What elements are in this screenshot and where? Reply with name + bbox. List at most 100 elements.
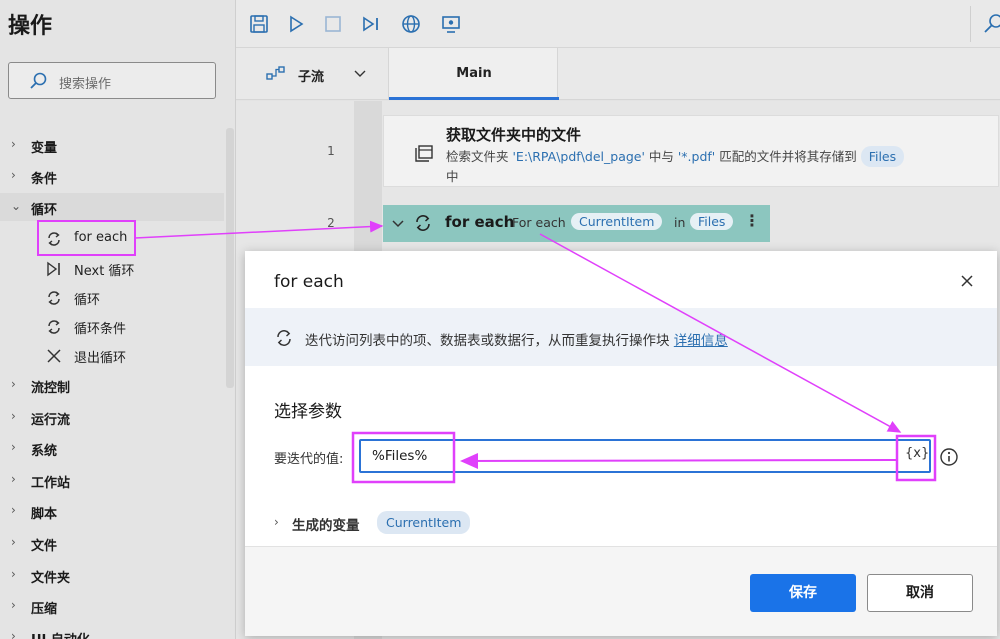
more-options-icon[interactable]: ⋮ (744, 211, 760, 230)
category-ui-automation[interactable]: › UI 自动化 (0, 623, 224, 639)
line-number: 1 (327, 144, 335, 158)
chevron-down-icon[interactable] (391, 216, 405, 230)
category-scripting[interactable]: › 脚本 (0, 497, 224, 525)
subflows-dropdown[interactable]: 子流 (236, 48, 388, 100)
close-icon (47, 349, 61, 363)
step-get-files-in-folder[interactable]: 获取文件夹中的文件 检索文件夹 'E:\RPA\pdf\del_page' 中与… (383, 115, 999, 187)
step-for-each[interactable]: for each For each CurrentItem in Files ⋮ (383, 205, 770, 242)
actions-title: 操作 (8, 14, 53, 39)
category-folder[interactable]: › 文件夹 (0, 561, 224, 589)
action-for-each[interactable]: for each (0, 224, 224, 252)
iterate-value-label: 要迭代的值: (274, 452, 344, 467)
chevron-right-icon: › (11, 137, 16, 151)
category-label: 压缩 (31, 602, 58, 617)
step-title: for each (445, 213, 515, 231)
category-system[interactable]: › 系统 (0, 434, 224, 462)
action-exit-loop[interactable]: 退出循环 (0, 341, 224, 369)
cancel-button[interactable]: 取消 (867, 574, 973, 612)
save-button[interactable]: 保存 (750, 574, 856, 612)
action-loop-condition[interactable]: 循环条件 (0, 312, 224, 340)
search-icon[interactable] (982, 13, 1000, 35)
desktop-recorder-icon[interactable] (440, 13, 462, 35)
generated-variable-chip[interactable]: CurrentItem (377, 511, 471, 534)
loop-icon (277, 330, 291, 346)
chevron-right-icon: › (11, 503, 16, 517)
category-variables[interactable]: › 变量 (0, 131, 224, 159)
category-conditions[interactable]: › 条件 (0, 162, 224, 190)
toolbar-divider (970, 6, 971, 42)
stop-icon[interactable] (322, 13, 344, 35)
chevron-right-icon: › (11, 472, 16, 486)
loop-icon (416, 215, 430, 231)
insert-variable-button[interactable]: {x} (905, 446, 929, 466)
save-icon[interactable] (248, 13, 270, 35)
parameters-heading: 选择参数 (274, 402, 342, 422)
chevron-down-icon (354, 70, 366, 77)
loop-icon (48, 232, 60, 246)
category-label: 循环 (31, 203, 58, 218)
action-next-loop[interactable]: Next 循环 (0, 254, 224, 282)
category-label: 工作站 (31, 476, 71, 491)
tab-main-label: Main (456, 66, 492, 81)
step-title: 获取文件夹中的文件 (446, 126, 582, 144)
category-flow-control[interactable]: › 流控制 (0, 371, 224, 399)
variable-chip: Files (860, 146, 905, 167)
tab-main[interactable]: Main (388, 48, 559, 100)
action-label: for each (74, 230, 128, 245)
category-label: 运行流 (31, 413, 71, 428)
step-icon[interactable] (360, 13, 382, 35)
category-loops[interactable]: ⌄ 循环 (0, 193, 224, 221)
close-icon[interactable] (958, 272, 976, 290)
input-value: %Files% (372, 448, 428, 464)
more-info-link[interactable]: 详细信息 (674, 333, 728, 349)
category-workstation[interactable]: › 工作站 (0, 466, 224, 494)
flow-tabbar: 子流 Main (236, 48, 1000, 100)
info-text: 迭代访问列表中的项、数据表或数据行，从而重复执行操作块 详细信息 (305, 329, 728, 349)
search-placeholder: 搜索操作 (59, 77, 112, 92)
line-number: 2 (327, 216, 335, 230)
loop-icon (48, 291, 60, 305)
desc-text: 检索文件夹 (446, 149, 513, 164)
chevron-right-icon: › (274, 515, 279, 529)
chevron-down-icon: ⌄ (11, 199, 22, 213)
step-description: 检索文件夹 'E:\RPA\pdf\del_page' 中与 '*.pdf' 匹… (446, 146, 966, 186)
for-each-dialog: for each 迭代访问列表中的项、数据表或数据行，从而重复执行操作块 详细信… (245, 251, 997, 636)
info-description: 迭代访问列表中的项、数据表或数据行，从而重复执行操作块 (305, 333, 674, 349)
sidebar-scrollbar[interactable] (226, 128, 234, 388)
iterate-value-input[interactable]: %Files% {x} (359, 439, 931, 473)
category-file[interactable]: › 文件 (0, 529, 224, 557)
chevron-right-icon: › (11, 440, 16, 454)
category-label: 脚本 (31, 507, 58, 522)
dialog-info-banner: 迭代访问列表中的项、数据表或数据行，从而重复执行操作块 详细信息 (245, 308, 997, 366)
chevron-right-icon: › (11, 377, 16, 391)
next-icon (47, 261, 60, 277)
action-loop[interactable]: 循环 (0, 283, 224, 311)
run-icon[interactable] (285, 13, 307, 35)
category-label: 流控制 (31, 381, 71, 396)
category-label: 条件 (31, 172, 58, 187)
loop-icon (48, 320, 60, 334)
action-label: 循环 (74, 293, 101, 308)
category-compression[interactable]: › 压缩 (0, 592, 224, 620)
file-pattern: '*.pdf' (677, 149, 716, 164)
info-icon[interactable] (939, 447, 959, 467)
actions-panel: 操作 搜索操作 › 变量 › 条件 ⌄ 循环 for each Next 循环 (0, 0, 236, 639)
dialog-footer: 保存 取消 (245, 546, 997, 636)
subflow-icon (266, 66, 285, 80)
category-label: 变量 (31, 141, 58, 156)
category-label: 系统 (31, 444, 58, 459)
desc-text: 中与 (644, 149, 678, 164)
chevron-right-icon: › (11, 535, 16, 549)
web-recorder-icon[interactable] (400, 13, 422, 35)
chevron-right-icon: › (11, 629, 16, 639)
active-tab-underline (389, 97, 559, 100)
variable-chip: Files (690, 213, 734, 230)
step-subtitle: For each (512, 215, 566, 230)
category-run-flow[interactable]: › 运行流 (0, 403, 224, 431)
chevron-right-icon: › (11, 409, 16, 423)
action-label: 退出循环 (74, 351, 127, 366)
action-label: Next 循环 (74, 264, 135, 279)
category-label: UI 自动化 (31, 629, 90, 639)
subflows-label: 子流 (298, 70, 325, 85)
search-actions-input[interactable]: 搜索操作 (8, 62, 216, 99)
